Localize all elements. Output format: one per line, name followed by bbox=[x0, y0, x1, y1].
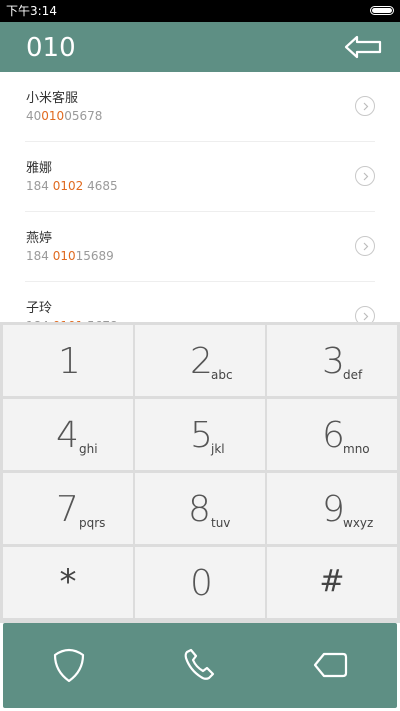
contact-detail-button[interactable] bbox=[355, 166, 375, 186]
phone-icon bbox=[184, 648, 215, 680]
number-match: 0102 bbox=[52, 179, 84, 193]
dialer-header: 010 bbox=[0, 22, 400, 72]
key-digit: 0 bbox=[190, 563, 213, 604]
dialed-number: 010 bbox=[26, 33, 76, 63]
key-star[interactable]: * bbox=[3, 547, 133, 618]
key-digit: 8 bbox=[188, 489, 211, 530]
chevron-right-icon bbox=[363, 242, 369, 251]
contact-name: 雅娜 bbox=[26, 161, 53, 176]
key-digit: 2 bbox=[190, 341, 213, 382]
contact-list: 小米客服 4001005678 雅娜 184 0102 4685 燕婷 184 … bbox=[0, 72, 400, 322]
key-digit: 5 bbox=[190, 415, 213, 456]
contact-number: 184 0102 4685 bbox=[26, 179, 118, 193]
battery-icon bbox=[370, 6, 394, 15]
key-digit: * bbox=[59, 562, 77, 602]
key-digit: 3 bbox=[322, 341, 345, 382]
call-button[interactable] bbox=[177, 643, 221, 687]
key-4[interactable]: 4 ghi bbox=[3, 399, 133, 470]
contact-name: 子玲 bbox=[26, 301, 53, 316]
contact-number: 184 01015689 bbox=[26, 249, 114, 263]
key-letters: def bbox=[343, 368, 363, 382]
key-9[interactable]: 9 wxyz bbox=[267, 473, 397, 544]
key-0[interactable]: 0 bbox=[135, 547, 265, 618]
key-digit: 7 bbox=[56, 489, 79, 530]
chevron-right-icon bbox=[363, 102, 369, 111]
key-3[interactable]: 3 def bbox=[267, 325, 397, 396]
contact-row[interactable]: 子玲 184 0101 5678 bbox=[25, 282, 375, 322]
key-5[interactable]: 5 jkl bbox=[135, 399, 265, 470]
key-letters: ghi bbox=[79, 442, 98, 456]
contact-row[interactable]: 小米客服 4001005678 bbox=[25, 72, 375, 142]
key-digit: 1 bbox=[58, 341, 81, 382]
contact-detail-button[interactable] bbox=[355, 236, 375, 256]
tag-icon bbox=[313, 652, 348, 678]
number-match: 010 bbox=[52, 249, 76, 263]
contact-detail-button[interactable] bbox=[355, 96, 375, 116]
contact-name: 燕婷 bbox=[26, 231, 53, 246]
shield-button[interactable] bbox=[47, 643, 91, 687]
key-letters: pqrs bbox=[79, 516, 106, 530]
key-7[interactable]: 7 pqrs bbox=[3, 473, 133, 544]
key-letters: jkl bbox=[211, 442, 225, 456]
key-8[interactable]: 8 tuv bbox=[135, 473, 265, 544]
contact-number: 4001005678 bbox=[26, 109, 103, 123]
chevron-right-icon bbox=[363, 312, 369, 321]
status-bar: 下午3:14 bbox=[0, 0, 400, 22]
key-letters: tuv bbox=[211, 516, 231, 530]
key-letters: wxyz bbox=[343, 516, 374, 530]
key-hash[interactable]: # bbox=[267, 547, 397, 618]
shield-icon bbox=[53, 648, 85, 683]
call-action-bar bbox=[3, 623, 397, 708]
dial-keypad: 1 2 abc 3 def 4 ghi 5 jkl 6 mno 7 pqrs 8… bbox=[0, 322, 400, 623]
status-time: 下午3:14 bbox=[6, 4, 57, 18]
tag-button[interactable] bbox=[309, 643, 353, 687]
key-digit: 9 bbox=[322, 489, 345, 530]
key-digit: 6 bbox=[322, 415, 345, 456]
backspace-button[interactable] bbox=[344, 34, 384, 60]
key-2[interactable]: 2 abc bbox=[135, 325, 265, 396]
contact-detail-button[interactable] bbox=[355, 306, 375, 322]
key-letters: abc bbox=[211, 368, 233, 382]
contact-row[interactable]: 燕婷 184 01015689 bbox=[25, 212, 375, 282]
number-match: 010 bbox=[41, 109, 65, 123]
key-digit: 4 bbox=[56, 415, 79, 456]
chevron-right-icon bbox=[363, 172, 369, 181]
key-letters: mno bbox=[343, 442, 370, 456]
backspace-arrow-icon bbox=[344, 35, 382, 59]
contact-row[interactable]: 雅娜 184 0102 4685 bbox=[25, 142, 375, 212]
key-6[interactable]: 6 mno bbox=[267, 399, 397, 470]
key-digit: # bbox=[319, 564, 345, 599]
contact-name: 小米客服 bbox=[26, 91, 79, 106]
key-1[interactable]: 1 bbox=[3, 325, 133, 396]
